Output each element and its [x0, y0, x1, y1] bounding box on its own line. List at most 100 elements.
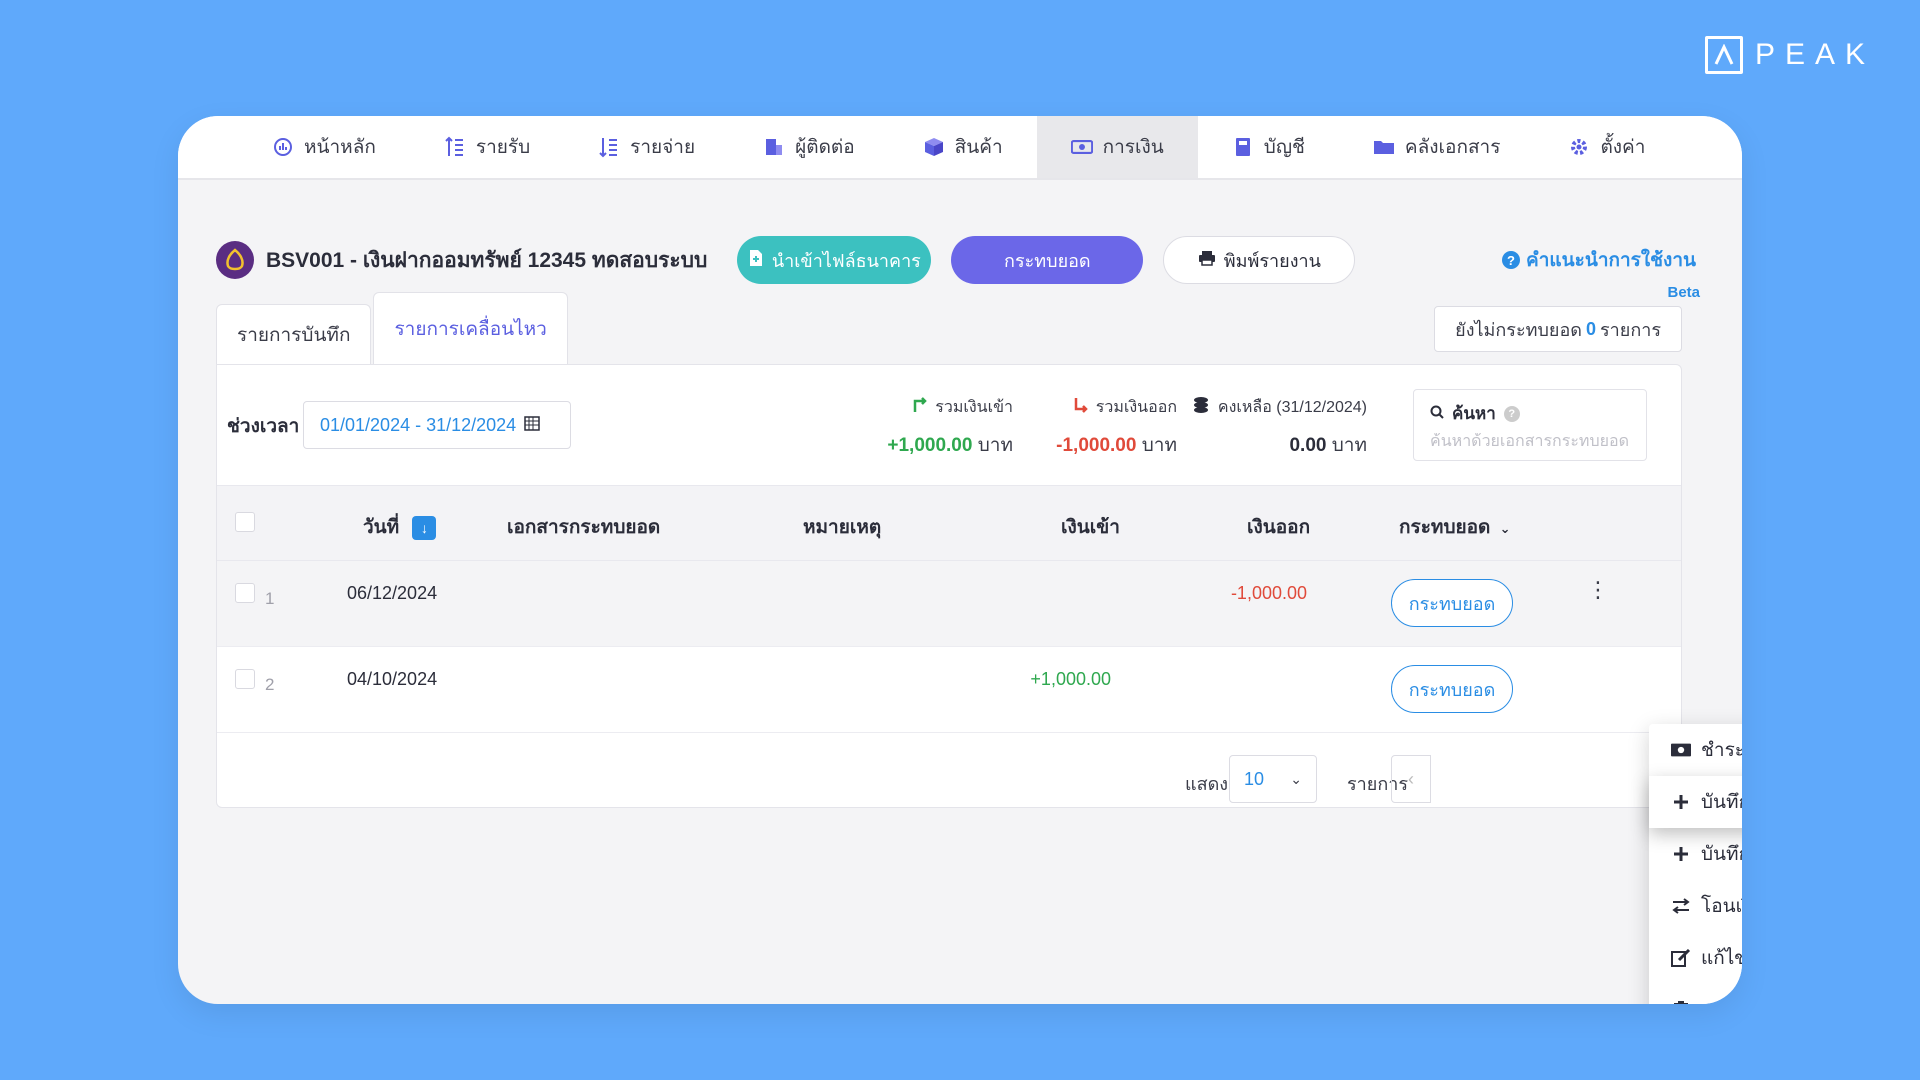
plus-icon — [1671, 794, 1691, 810]
printer-icon — [1198, 250, 1216, 271]
search-help-icon: ? — [1503, 405, 1520, 422]
unreconciled-suffix: รายการ — [1600, 319, 1661, 340]
column-date[interactable]: วันที่ ↓ — [363, 512, 437, 542]
menu-item-edit[interactable]: แก้ไข — [1649, 932, 1742, 984]
total-out-stat: รวมเงินออก -1,000.00 บาท — [1017, 395, 1177, 460]
nav-item-dashboard[interactable]: หน้าหลัก — [238, 116, 410, 178]
nav-item-contacts[interactable]: ผู้ติดต่อ — [729, 116, 889, 178]
menu-item-transfer[interactable]: โอนเงิน — [1649, 880, 1742, 932]
sort-down-icon[interactable]: ↓ — [412, 515, 437, 540]
import-bank-file-button[interactable]: นำเข้าไฟล์ธนาคาร — [737, 236, 932, 284]
tab-movements[interactable]: รายการเคลื่อนไหว — [373, 292, 568, 364]
import-button-label: นำเข้าไฟล์ธนาคาร — [771, 250, 921, 271]
pagination: แสดง 10 ⌄ รายการ ‹ — [217, 743, 1681, 803]
show-label: แสดง — [1185, 774, 1229, 794]
product-box-icon — [923, 136, 945, 158]
table-row: 2 04/10/2024 +1,000.00 กระทบยอด — [217, 647, 1681, 733]
row-date: 04/10/2024 — [347, 669, 438, 689]
file-import-icon — [748, 249, 764, 272]
row-date: 06/12/2024 — [347, 583, 438, 603]
gear-icon — [1568, 136, 1590, 158]
column-note: หมายเหตุ — [803, 517, 882, 538]
total-out-label: รวมเงินออก — [1095, 399, 1177, 416]
nav-item-documents[interactable]: คลังเอกสาร — [1339, 116, 1535, 178]
help-guide-link[interactable]: ? คำแนะนำการใช้งาน — [1502, 245, 1696, 275]
nav-item-label: บัญชี — [1263, 137, 1305, 158]
menu-item-record-purchase[interactable]: บันทึกซื้อสินค้า — [1649, 828, 1742, 880]
nav-item-accounting[interactable]: บัญชี — [1198, 116, 1339, 178]
edit-icon — [1671, 949, 1691, 967]
menu-item-record-expense[interactable]: บันทึกค่าใช้จ่าย — [1649, 776, 1742, 828]
nav-item-settings[interactable]: ตั้งค่า — [1534, 116, 1679, 178]
search-input[interactable] — [1430, 433, 1630, 451]
row-checkbox[interactable] — [235, 583, 255, 603]
row-actions-menu: ชำระเงิน บันทึกค่าใช้จ่าย บันทึกซื้อสินค… — [1649, 724, 1742, 1004]
chevron-down-icon: ⌄ — [1499, 521, 1511, 536]
row-reconcile-button[interactable]: กระทบยอด — [1391, 579, 1513, 627]
column-in: เงินเข้า — [1061, 517, 1120, 538]
menu-item-label: โอนเงิน — [1701, 896, 1742, 917]
money-icon — [1070, 136, 1093, 158]
unreconciled-count-badge[interactable]: ยังไม่กระทบยอด 0 รายการ — [1434, 306, 1682, 352]
cash-icon — [1671, 743, 1691, 757]
currency-label: บาท — [1331, 435, 1367, 456]
column-out: เงินออก — [1247, 517, 1311, 538]
date-range-value: 01/01/2024 - 31/12/2024 — [320, 414, 517, 435]
reconcile-button[interactable]: กระทบยอด — [951, 236, 1144, 284]
nav-item-label: คลังเอกสาร — [1404, 137, 1501, 158]
balance-value: 0.00 — [1289, 435, 1327, 456]
column-date-label: วันที่ — [363, 517, 400, 538]
tab-records[interactable]: รายการบันทึก — [216, 304, 372, 364]
transfer-icon — [1671, 898, 1691, 914]
menu-item-payment[interactable]: ชำระเงิน — [1649, 724, 1742, 776]
nav-item-label: ผู้ติดต่อ — [795, 137, 855, 158]
page-size-select[interactable]: 10 ⌄ — [1229, 755, 1317, 803]
period-label: ช่วงเวลา — [227, 416, 300, 437]
question-circle-icon: ? — [1502, 251, 1521, 269]
top-navigation: หน้าหลัก รายรับ รายจ่าย ผู้ติดต่อ สินค้า — [178, 116, 1742, 180]
beta-badge: Beta — [1667, 284, 1700, 301]
column-recon[interactable]: กระทบยอด ⌄ — [1399, 512, 1511, 542]
dashboard-icon — [272, 136, 294, 158]
brand-name: PEAK — [1754, 38, 1875, 71]
row-amount-out: -1,000.00 — [1230, 583, 1307, 603]
app-window: หน้าหลัก รายรับ รายจ่าย ผู้ติดต่อ สินค้า — [178, 116, 1742, 1004]
expense-list-icon — [598, 136, 620, 158]
menu-item-delete[interactable]: ลบ — [1649, 984, 1742, 1004]
balance-label: คงเหลือ (31/12/2024) — [1217, 399, 1367, 416]
row-number: 2 — [265, 675, 275, 694]
unreconciled-prefix: ยังไม่กระทบยอด — [1455, 319, 1582, 340]
contacts-icon — [763, 136, 785, 158]
menu-item-label: ชำระเงิน — [1701, 740, 1742, 761]
print-button-label: พิมพ์รายงาน — [1223, 250, 1321, 271]
chevron-left-icon: ‹ — [1408, 768, 1414, 789]
ledger-book-icon — [1232, 136, 1254, 158]
nav-item-label: หน้าหลัก — [304, 137, 376, 158]
more-options-icon[interactable]: ⋮ — [1587, 579, 1609, 601]
nav-item-income[interactable]: รายรับ — [410, 116, 564, 178]
nav-item-expense[interactable]: รายจ่าย — [564, 116, 729, 178]
row-amount-in: +1,000.00 — [1030, 669, 1111, 689]
prev-page-button[interactable]: ‹ — [1391, 755, 1431, 803]
select-all-checkbox[interactable] — [235, 512, 255, 532]
help-link-label: คำแนะนำการใช้งาน — [1526, 250, 1696, 271]
chevron-down-icon: ⌄ — [1290, 770, 1302, 787]
movements-panel: ช่วงเวลา 01/01/2024 - 31/12/2024 รวมเงิน… — [216, 364, 1682, 808]
view-tabs: รายการบันทึก รายการเคลื่อนไหว — [216, 292, 568, 364]
nav-item-label: รายจ่าย — [630, 137, 696, 158]
menu-item-label: บันทึกค่าใช้จ่าย — [1701, 792, 1742, 813]
nav-item-finance[interactable]: การเงิน — [1036, 116, 1198, 178]
print-report-button[interactable]: พิมพ์รายงาน — [1163, 236, 1356, 284]
search-box: ค้นหา ? — [1413, 389, 1647, 461]
search-icon — [1430, 404, 1444, 424]
row-reconcile-button[interactable]: กระทบยอด — [1391, 665, 1513, 713]
row-checkbox[interactable] — [235, 669, 255, 689]
row-number: 1 — [265, 589, 275, 608]
nav-item-products[interactable]: สินค้า — [889, 116, 1037, 178]
account-header: BSV001 - เงินฝากออมทรัพย์ 12345 ทดสอบระบ… — [216, 230, 1696, 290]
arrow-in-icon — [911, 397, 928, 418]
date-range-picker[interactable]: 01/01/2024 - 31/12/2024 — [303, 401, 571, 449]
reconcile-button-label: กระทบยอด — [1004, 250, 1091, 271]
nav-item-label: ตั้งค่า — [1600, 137, 1646, 158]
bank-logo-icon — [216, 241, 254, 279]
